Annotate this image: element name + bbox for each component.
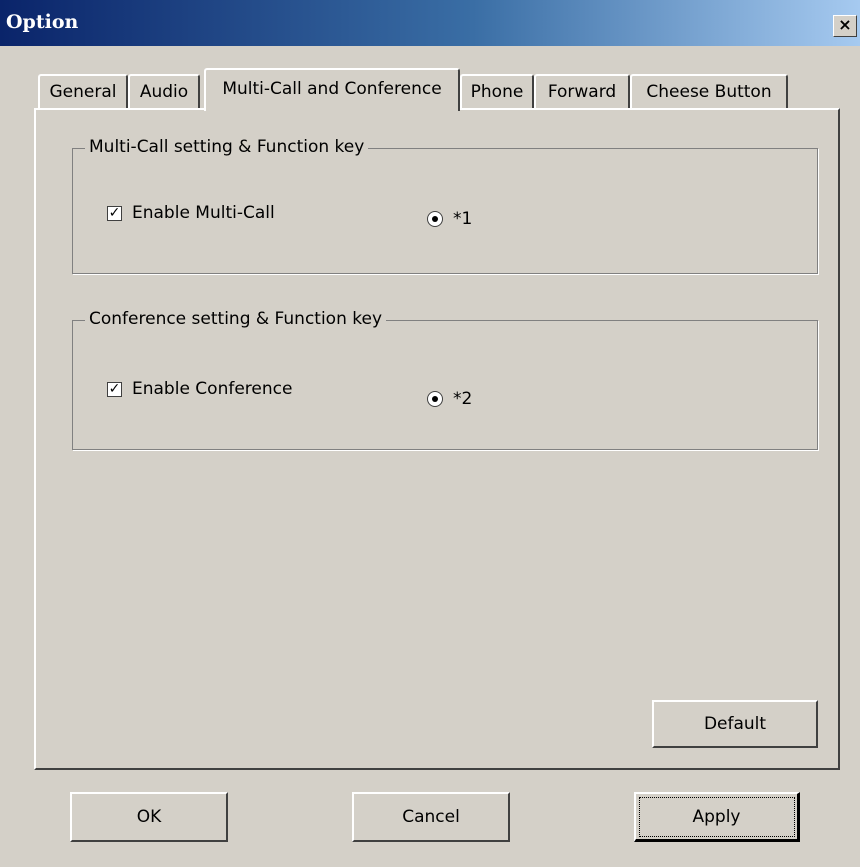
checkbox-checked-icon: ✓ [107,380,122,397]
tab-general[interactable]: General [38,74,128,108]
enable-conference-checkbox[interactable]: ✓ Enable Conference [107,379,292,399]
enable-multi-call-checkbox[interactable]: ✓ Enable Multi-Call [107,203,275,223]
group-legend: Conference setting & Function key [85,309,387,329]
group-legend: Multi-Call setting & Function key [85,137,369,157]
option-dialog: Option × General Audio Multi-Call and Co… [0,0,860,867]
cancel-button[interactable]: Cancel [352,792,510,842]
radio-selected-icon [427,211,443,227]
close-icon: × [838,15,852,34]
tab-label: Forward [547,82,617,102]
window-title: Option [6,11,79,33]
radio-label: *2 [453,389,473,409]
tab-forward[interactable]: Forward [534,74,630,108]
checkbox-checked-icon: ✓ [107,204,122,221]
checkbox-label: Enable Conference [132,379,293,399]
radio-label: *1 [453,209,473,229]
checkbox-label: Enable Multi-Call [132,203,275,223]
tab-phone[interactable]: Phone [460,74,534,108]
tab-label: Audio [139,82,189,102]
ok-button[interactable]: OK [70,792,228,842]
tab-multi-call-and-conference[interactable]: Multi-Call and Conference [204,68,460,111]
tab-cheese-button[interactable]: Cheese Button [630,74,788,108]
tab-label: Phone [470,82,524,102]
tab-audio[interactable]: Audio [128,74,200,108]
title-bar[interactable]: Option × [0,0,860,46]
default-button[interactable]: Default [652,700,818,748]
multi-call-group: Multi-Call setting & Function key ✓ Enab… [72,137,818,274]
tab-label: General [49,82,117,102]
conference-key-radio[interactable]: *2 [427,389,472,409]
close-button[interactable]: × [833,15,857,37]
radio-selected-icon [427,391,443,407]
multi-call-key-radio[interactable]: *1 [427,209,472,229]
apply-button[interactable]: Apply [634,792,800,842]
tab-page-multi-call-and-conference: Multi-Call setting & Function key ✓ Enab… [34,108,840,770]
conference-group: Conference setting & Function key ✓ Enab… [72,309,818,450]
tab-label: Cheese Button [646,82,772,102]
tab-label: Multi-Call and Conference [222,79,442,99]
